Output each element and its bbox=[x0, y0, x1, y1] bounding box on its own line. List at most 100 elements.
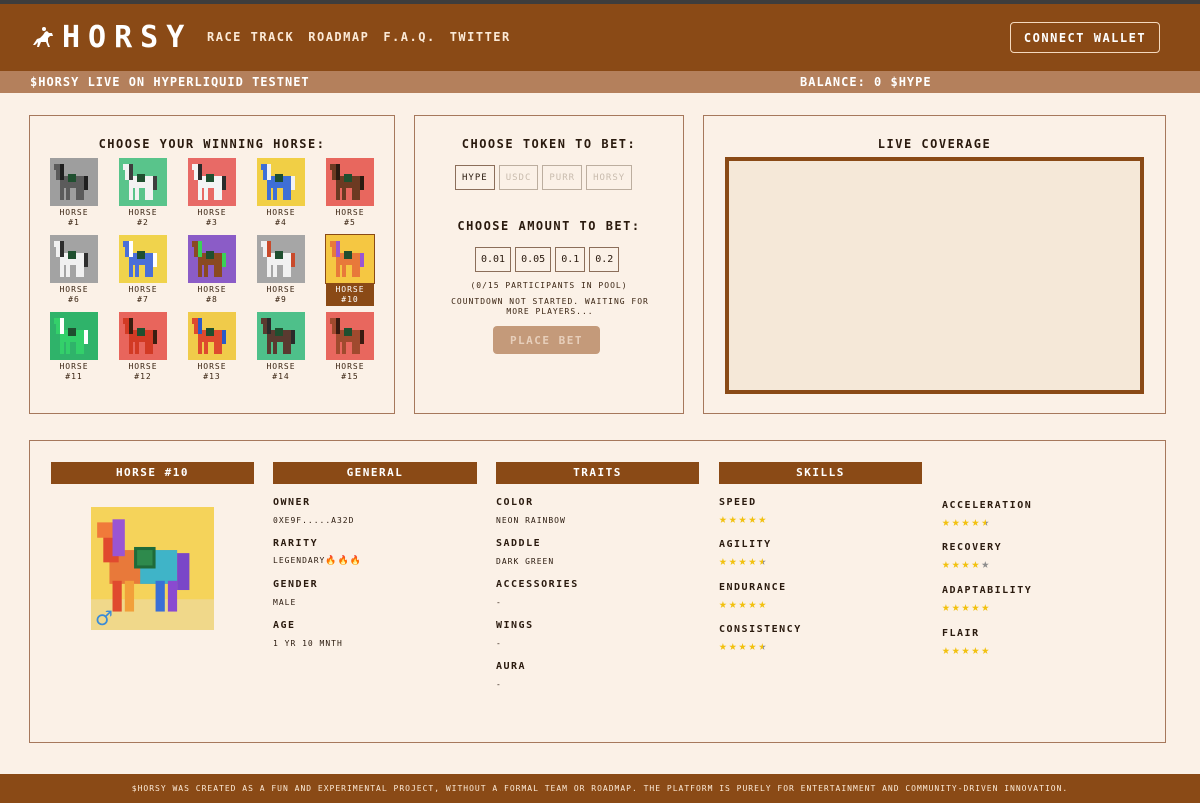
horse-pixel-icon bbox=[50, 158, 98, 206]
amount-0-2-button[interactable]: 0.2 bbox=[589, 247, 620, 272]
skill-rating-stars: ★★★★★ bbox=[719, 639, 768, 654]
horse-thumbnail bbox=[188, 158, 236, 206]
horse-option[interactable]: HORSE #9 bbox=[257, 235, 305, 306]
star-full-icon: ★ bbox=[981, 600, 992, 615]
horse-number: #2 bbox=[137, 218, 149, 227]
color-value: NEON RAINBOW bbox=[496, 516, 566, 525]
nav-race-track[interactable]: RACE TRACK bbox=[207, 30, 294, 44]
horse-caption: HORSE #1 bbox=[50, 206, 98, 229]
token-horsy-button[interactable]: HORSY bbox=[586, 165, 633, 190]
horse-pixel-icon bbox=[119, 158, 167, 206]
amount-options: 0.01 0.05 0.1 0.2 bbox=[475, 247, 620, 272]
horse-number: #14 bbox=[272, 372, 290, 381]
live-coverage-video[interactable] bbox=[725, 157, 1144, 394]
horse-pixel-icon bbox=[188, 312, 236, 360]
horse-portrait: ♂ bbox=[91, 507, 214, 630]
horse-number: #5 bbox=[344, 218, 356, 227]
horse-number: #1 bbox=[68, 218, 80, 227]
star-full-icon: ★ bbox=[728, 554, 739, 569]
nav-twitter[interactable]: TWITTER bbox=[450, 30, 511, 44]
horse-option[interactable]: HORSE #4 bbox=[257, 158, 305, 229]
horse-label: HORSE bbox=[128, 362, 158, 371]
star-full-icon: ★ bbox=[981, 643, 992, 658]
horse-option[interactable]: HORSE #13 bbox=[188, 312, 236, 383]
horse-caption: HORSE #6 bbox=[50, 283, 98, 306]
choose-amount-title: CHOOSE AMOUNT TO BET: bbox=[457, 219, 641, 233]
horse-option[interactable]: HORSE #10 bbox=[325, 234, 375, 306]
token-usdc-button[interactable]: USDC bbox=[498, 165, 539, 190]
star-full-icon: ★ bbox=[971, 600, 982, 615]
accessories-value: - bbox=[496, 598, 502, 607]
amount-0-01-button[interactable]: 0.01 bbox=[475, 247, 512, 272]
horse-option[interactable]: HORSE #12 bbox=[119, 312, 167, 383]
gender-value: MALE bbox=[273, 598, 297, 607]
horse-thumbnail bbox=[325, 234, 375, 284]
skill-rating-stars: ★★★★★ bbox=[719, 554, 768, 569]
saddle-value: DARK GREEN bbox=[496, 557, 555, 566]
horse-label: HORSE bbox=[266, 285, 296, 294]
horse-pixel-icon bbox=[326, 158, 374, 206]
horse-label: HORSE bbox=[197, 362, 227, 371]
horse-pixel-icon bbox=[119, 235, 167, 283]
logo[interactable]: HORSY bbox=[30, 20, 192, 55]
rarity-label: RARITY bbox=[273, 538, 319, 549]
token-hype-button[interactable]: HYPE bbox=[455, 165, 495, 190]
horse-pixel-icon bbox=[257, 158, 305, 206]
owner-value[interactable]: 0XE9F.....A32D bbox=[273, 516, 354, 525]
nav-roadmap[interactable]: ROADMAP bbox=[308, 30, 369, 44]
horse-label: HORSE bbox=[197, 285, 227, 294]
aura-label: AURA bbox=[496, 661, 527, 672]
star-full-icon: ★ bbox=[951, 600, 962, 615]
star-full-icon: ★ bbox=[971, 557, 982, 572]
horse-caption: HORSE #4 bbox=[257, 206, 305, 229]
rarity-text: LEGENDARY bbox=[273, 556, 326, 565]
token-purr-button[interactable]: PURR bbox=[542, 165, 583, 190]
amount-0-05-button[interactable]: 0.05 bbox=[515, 247, 552, 272]
horse-thumbnail bbox=[119, 235, 167, 283]
horse-option[interactable]: HORSE #5 bbox=[326, 158, 374, 229]
horse-thumbnail bbox=[326, 312, 374, 360]
star-full-icon: ★ bbox=[738, 512, 749, 527]
horse-label: HORSE bbox=[59, 208, 89, 217]
star-full-icon: ★ bbox=[748, 554, 759, 569]
horse-option[interactable]: HORSE #2 bbox=[119, 158, 167, 229]
skill-rating-stars: ★★★★★ bbox=[942, 515, 991, 530]
choose-horse-title: CHOOSE YOUR WINNING HORSE: bbox=[98, 137, 326, 151]
amount-0-1-button[interactable]: 0.1 bbox=[555, 247, 586, 272]
horse-option[interactable]: HORSE #3 bbox=[188, 158, 236, 229]
horse-option[interactable]: HORSE #14 bbox=[257, 312, 305, 383]
star-half-icon: ★ bbox=[758, 639, 769, 654]
horse-number: #6 bbox=[68, 295, 80, 304]
horse-caption: HORSE #7 bbox=[119, 283, 167, 306]
nav-faq[interactable]: F.A.Q. bbox=[383, 30, 435, 44]
horse-option[interactable]: HORSE #15 bbox=[326, 312, 374, 383]
horse-number: #12 bbox=[134, 372, 152, 381]
horse-option[interactable]: HORSE #6 bbox=[50, 235, 98, 306]
horse-number: #4 bbox=[275, 218, 287, 227]
connect-wallet-button[interactable]: CONNECT WALLET bbox=[1010, 22, 1160, 53]
skill-rating-stars: ★★★★★ bbox=[719, 512, 768, 527]
star-full-icon: ★ bbox=[951, 515, 962, 530]
choose-token-title: CHOOSE TOKEN TO BET: bbox=[461, 137, 637, 151]
horse-thumbnail bbox=[119, 158, 167, 206]
star-full-icon: ★ bbox=[961, 600, 972, 615]
horse-thumbnail bbox=[257, 235, 305, 283]
skills-header: SKILLS bbox=[719, 462, 922, 484]
age-value: 1 YR 10 MNTH bbox=[273, 639, 343, 648]
horse-pixel-icon bbox=[188, 158, 236, 206]
horse-option[interactable]: HORSE #11 bbox=[50, 312, 98, 383]
horse-option[interactable]: HORSE #1 bbox=[50, 158, 98, 229]
star-full-icon: ★ bbox=[728, 639, 739, 654]
horse-option[interactable]: HORSE #7 bbox=[119, 235, 167, 306]
star-full-icon: ★ bbox=[942, 557, 952, 572]
skill-label: ADAPTABILITY bbox=[942, 585, 1033, 596]
place-bet-button[interactable]: PLACE BET bbox=[493, 326, 600, 354]
star-full-icon: ★ bbox=[951, 557, 962, 572]
star-full-icon: ★ bbox=[758, 597, 769, 612]
horse-option[interactable]: HORSE #8 bbox=[188, 235, 236, 306]
horse-thumbnail bbox=[188, 235, 236, 283]
horse-pixel-icon bbox=[257, 235, 305, 283]
horse-label: HORSE bbox=[335, 285, 365, 294]
aura-value: - bbox=[496, 680, 502, 689]
horse-caption: HORSE #3 bbox=[188, 206, 236, 229]
